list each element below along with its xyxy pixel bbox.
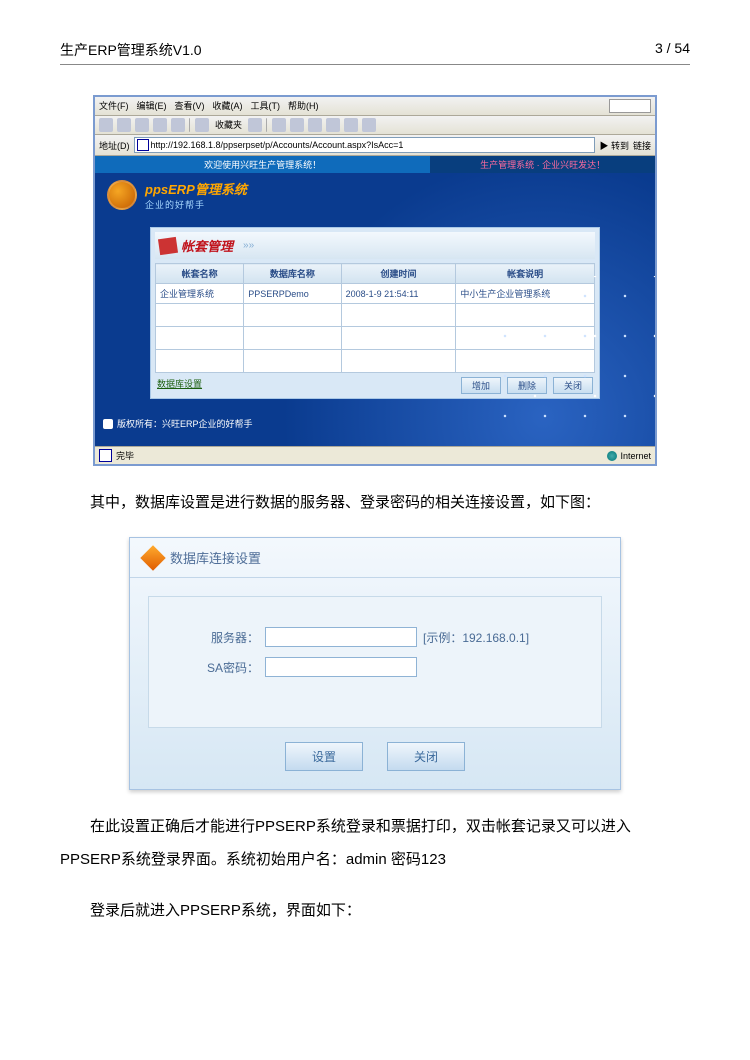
address-label: 地址(D) bbox=[99, 139, 130, 152]
url-text: http://192.168.1.8/ppserpset/p/Accounts/… bbox=[151, 140, 404, 150]
print-icon[interactable] bbox=[290, 118, 304, 132]
forward-icon[interactable] bbox=[117, 118, 131, 132]
address-bar: 地址(D) http://192.168.1.8/ppserpset/p/Acc… bbox=[95, 135, 655, 156]
separator bbox=[266, 118, 268, 132]
go-button[interactable]: ▶ 转到 bbox=[599, 139, 629, 152]
menubar: 文件(F) 编辑(E) 查看(V) 收藏(A) 工具(T) 帮助(H) bbox=[95, 97, 655, 116]
zone-label: Internet bbox=[620, 451, 651, 461]
banner-welcome: 欢迎使用兴旺生产管理系统！ bbox=[95, 156, 430, 173]
menu-help[interactable]: 帮助(H) bbox=[288, 99, 319, 113]
cell-db: PPSERPDemo bbox=[244, 284, 341, 304]
panel-title-bar: 帐套管理 »» bbox=[155, 232, 595, 259]
zone-icon bbox=[607, 451, 617, 461]
set-button[interactable]: 设置 bbox=[285, 742, 363, 771]
search-box[interactable] bbox=[609, 99, 651, 113]
cell-account: 企业管理系统 bbox=[156, 284, 244, 304]
brand-main: ppsERP管理系统 bbox=[145, 179, 247, 198]
page-status-icon bbox=[99, 449, 112, 462]
toolbar: 收藏夹 bbox=[95, 116, 655, 135]
separator bbox=[189, 118, 191, 132]
db-settings-link[interactable]: 数据库设置 bbox=[157, 377, 202, 394]
banner-slogan: 生产管理系统 · 企业兴旺发达！ bbox=[430, 156, 655, 173]
top-banner: 欢迎使用兴旺生产管理系统！ 生产管理系统 · 企业兴旺发达！ bbox=[95, 156, 655, 173]
copyright-text: 版权所有：兴旺ERP企业的好帮手 bbox=[117, 417, 253, 430]
db-settings-dialog: 数据库连接设置 服务器： [示例：192.168.0.1] SA密码： 设置 关… bbox=[129, 537, 621, 790]
close-button[interactable]: 关闭 bbox=[387, 742, 465, 771]
browser-window: 文件(F) 编辑(E) 查看(V) 收藏(A) 工具(T) 帮助(H) 收藏夹 bbox=[93, 95, 657, 466]
page-header: 生产ERP管理系统V1.0 3 / 54 bbox=[60, 40, 690, 65]
settings-icon bbox=[140, 545, 165, 570]
password-input[interactable] bbox=[265, 657, 417, 677]
password-label: SA密码： bbox=[169, 659, 259, 676]
brand-sub: 企业的好帮手 bbox=[145, 198, 247, 211]
cell-created: 2008-1-9 21:54:11 bbox=[341, 284, 456, 304]
paragraph-3: 登录后就进入PPSERP系统，界面如下： bbox=[60, 894, 690, 927]
dialog-header: 数据库连接设置 bbox=[130, 538, 620, 578]
col-db: 数据库名称 bbox=[244, 264, 341, 284]
decorative-sparkles bbox=[485, 276, 655, 446]
status-bar: 完毕 Internet bbox=[95, 446, 655, 464]
paragraph-1: 其中，数据库设置是进行数据的服务器、登录密码的相关连接设置，如下图： bbox=[60, 486, 690, 519]
password-row: SA密码： bbox=[169, 657, 581, 677]
stop-icon[interactable] bbox=[135, 118, 149, 132]
server-label: 服务器： bbox=[169, 629, 259, 646]
page-icon bbox=[137, 139, 149, 151]
logo-area: ppsERP管理系统 企业的好帮手 bbox=[95, 173, 655, 217]
dialog-buttons: 设置 关闭 bbox=[130, 728, 620, 771]
arrows-icon: »» bbox=[243, 240, 254, 251]
doc-title: 生产ERP管理系统V1.0 bbox=[60, 40, 535, 60]
extra3-icon[interactable] bbox=[362, 118, 376, 132]
server-hint: [示例：192.168.0.1] bbox=[423, 629, 529, 646]
page-body: 欢迎使用兴旺生产管理系统！ 生产管理系统 · 企业兴旺发达！ ppsERP管理系… bbox=[95, 156, 655, 446]
menu-view[interactable]: 查看(V) bbox=[175, 99, 205, 113]
menu-fav[interactable]: 收藏(A) bbox=[213, 99, 243, 113]
home-icon[interactable] bbox=[171, 118, 185, 132]
server-row: 服务器： [示例：192.168.0.1] bbox=[169, 627, 581, 647]
favorites-button[interactable]: 收藏夹 bbox=[213, 118, 244, 132]
col-account: 帐套名称 bbox=[156, 264, 244, 284]
col-created: 创建时间 bbox=[341, 264, 456, 284]
extra1-icon[interactable] bbox=[326, 118, 340, 132]
speaker-icon bbox=[103, 419, 113, 429]
dialog-title: 数据库连接设置 bbox=[170, 548, 261, 567]
extra2-icon[interactable] bbox=[344, 118, 358, 132]
address-input[interactable]: http://192.168.1.8/ppserpset/p/Accounts/… bbox=[134, 137, 596, 153]
edit-icon[interactable] bbox=[308, 118, 322, 132]
server-input[interactable] bbox=[265, 627, 417, 647]
search-icon[interactable] bbox=[195, 118, 209, 132]
history-icon[interactable] bbox=[248, 118, 262, 132]
menu-tools[interactable]: 工具(T) bbox=[251, 99, 281, 113]
paragraph-2: 在此设置正确后才能进行PPSERP系统登录和票据打印，双击帐套记录又可以进入PP… bbox=[60, 810, 690, 876]
dialog-body: 服务器： [示例：192.168.0.1] SA密码： bbox=[148, 596, 602, 728]
copyright-bar: 版权所有：兴旺ERP企业的好帮手 bbox=[103, 417, 253, 430]
menu-edit[interactable]: 编辑(E) bbox=[137, 99, 167, 113]
menu-file[interactable]: 文件(F) bbox=[99, 99, 129, 113]
refresh-icon[interactable] bbox=[153, 118, 167, 132]
page-number: 3 / 54 bbox=[655, 40, 690, 60]
mail-icon[interactable] bbox=[272, 118, 286, 132]
panel-title: 帐套管理 bbox=[181, 236, 233, 255]
globe-icon bbox=[107, 180, 137, 210]
links-label[interactable]: 链接 bbox=[633, 139, 651, 152]
status-done: 完毕 bbox=[116, 449, 134, 462]
panel-icon bbox=[158, 236, 178, 254]
back-icon[interactable] bbox=[99, 118, 113, 132]
